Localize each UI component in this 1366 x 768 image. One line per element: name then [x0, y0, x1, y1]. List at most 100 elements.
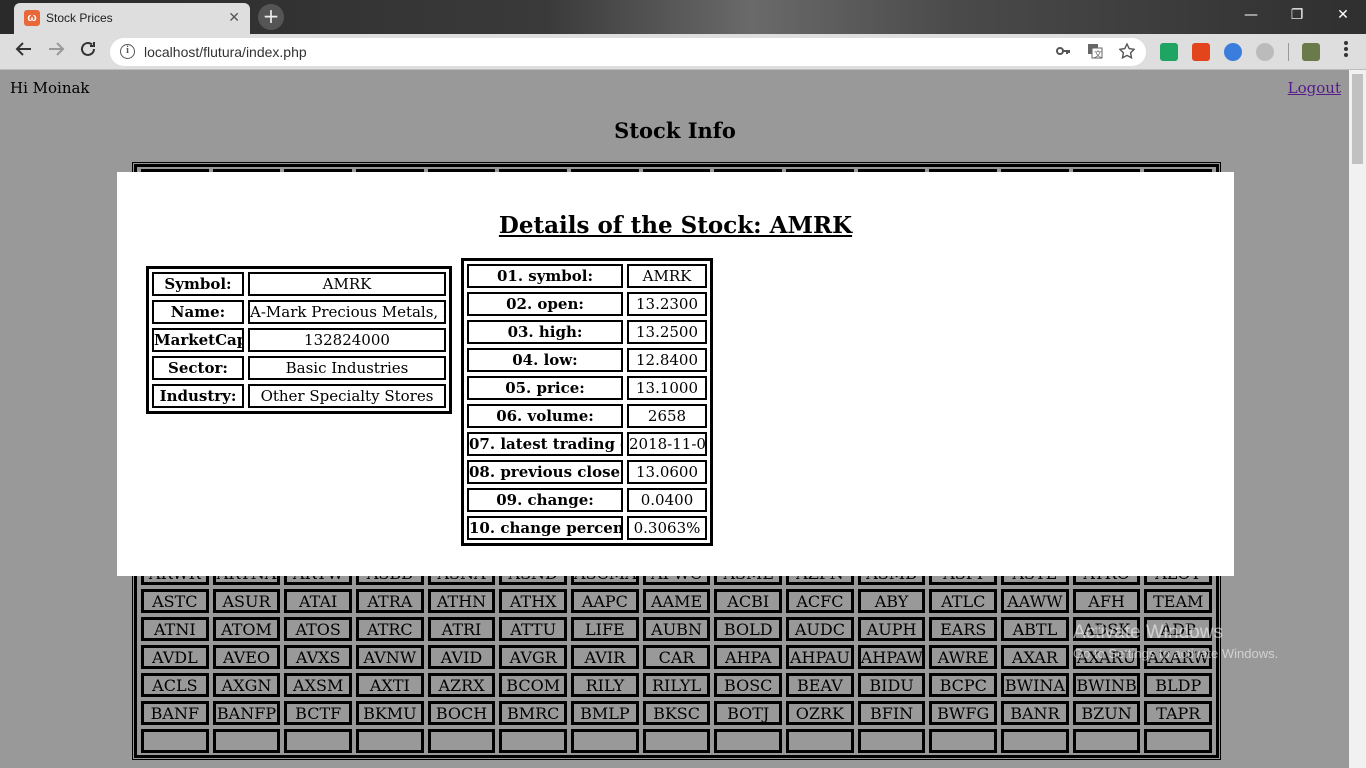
- stock-symbol-button[interactable]: BKSC: [642, 701, 711, 725]
- page-scrollbar[interactable]: [1349, 70, 1366, 768]
- translate-icon[interactable]: 文: [1086, 43, 1104, 61]
- stock-symbol-button[interactable]: [786, 729, 854, 753]
- stock-symbol-button[interactable]: TAPR: [1144, 701, 1213, 725]
- menu-icon[interactable]: [1334, 40, 1358, 64]
- stock-symbol-button[interactable]: [427, 729, 496, 753]
- stock-symbol-button[interactable]: AWRE: [929, 645, 998, 669]
- stock-symbol-button[interactable]: ABY: [857, 589, 926, 613]
- stock-symbol-button[interactable]: BWFG: [929, 701, 998, 725]
- stock-symbol-button[interactable]: ASUR: [212, 589, 281, 613]
- stock-symbol-button[interactable]: AXTI: [356, 673, 424, 697]
- stock-symbol-button[interactable]: BOCH: [427, 701, 496, 725]
- stock-symbol-button[interactable]: [714, 729, 783, 753]
- stock-symbol-button[interactable]: BLDP: [1144, 673, 1213, 697]
- stock-symbol-button[interactable]: AAWW: [1001, 589, 1069, 613]
- stock-symbol-button[interactable]: RILY: [571, 673, 639, 697]
- scrollbar-thumb[interactable]: [1352, 74, 1363, 164]
- stock-symbol-button[interactable]: [929, 729, 998, 753]
- stock-symbol-button[interactable]: ATRI: [427, 617, 496, 641]
- stock-symbol-button[interactable]: BCTF: [284, 701, 353, 725]
- stock-symbol-button[interactable]: AVIR: [571, 645, 639, 669]
- stock-symbol-button[interactable]: ATLC: [929, 589, 998, 613]
- back-button[interactable]: [12, 40, 36, 64]
- stock-symbol-button[interactable]: AFH: [1072, 589, 1141, 613]
- stock-symbol-button[interactable]: BOTJ: [714, 701, 783, 725]
- stock-symbol-button[interactable]: TEAM: [1144, 589, 1213, 613]
- stock-symbol-button[interactable]: [1072, 729, 1141, 753]
- stock-symbol-button[interactable]: ATHN: [427, 589, 496, 613]
- stock-symbol-button[interactable]: ATRA: [356, 589, 424, 613]
- stock-symbol-button[interactable]: ATTU: [499, 617, 568, 641]
- site-info-icon[interactable]: i: [120, 44, 135, 59]
- stock-symbol-button[interactable]: ABTL: [1001, 617, 1069, 641]
- stock-symbol-button[interactable]: AHPAW: [857, 645, 926, 669]
- stock-symbol-button[interactable]: ATHX: [499, 589, 568, 613]
- stock-symbol-button[interactable]: AAPC: [571, 589, 639, 613]
- stock-symbol-button[interactable]: BANFP: [212, 701, 281, 725]
- stock-symbol-button[interactable]: AHPA: [714, 645, 783, 669]
- stock-symbol-button[interactable]: AVXS: [284, 645, 353, 669]
- stock-symbol-button[interactable]: BOLD: [714, 617, 783, 641]
- stock-symbol-button[interactable]: EARS: [929, 617, 998, 641]
- stock-symbol-button[interactable]: BMRC: [499, 701, 568, 725]
- stock-symbol-button[interactable]: AXAR: [1001, 645, 1069, 669]
- stock-symbol-button[interactable]: AXGN: [212, 673, 281, 697]
- stock-symbol-button[interactable]: BMLP: [571, 701, 639, 725]
- location-extension-icon[interactable]: [1256, 43, 1274, 61]
- tab-close-icon[interactable]: ✕: [228, 9, 240, 26]
- stock-symbol-button[interactable]: BFIN: [857, 701, 926, 725]
- profile-icon[interactable]: [1302, 43, 1320, 61]
- minimize-button[interactable]: —: [1228, 0, 1274, 30]
- stock-symbol-button[interactable]: AXARU: [1072, 645, 1141, 669]
- stock-symbol-button[interactable]: BCPC: [929, 673, 998, 697]
- sheets-extension-icon[interactable]: [1160, 43, 1178, 61]
- stock-symbol-button[interactable]: [499, 729, 568, 753]
- stock-symbol-button[interactable]: BWINB: [1072, 673, 1141, 697]
- stock-symbol-button[interactable]: ATAI: [284, 589, 353, 613]
- stock-symbol-button[interactable]: [212, 729, 281, 753]
- reload-button[interactable]: [76, 40, 100, 64]
- stock-symbol-button[interactable]: AHPAU: [786, 645, 854, 669]
- stock-symbol-button[interactable]: [571, 729, 639, 753]
- stock-symbol-button[interactable]: AVNW: [356, 645, 424, 669]
- stock-symbol-button[interactable]: AZRX: [427, 673, 496, 697]
- url-text[interactable]: localhost/flutura/index.php: [144, 44, 307, 60]
- stock-symbol-button[interactable]: [642, 729, 711, 753]
- stock-symbol-button[interactable]: BZUN: [1072, 701, 1141, 725]
- stock-symbol-button[interactable]: AUDC: [786, 617, 854, 641]
- stock-symbol-button[interactable]: BWINA: [1001, 673, 1069, 697]
- stock-symbol-button[interactable]: ADP: [1144, 617, 1213, 641]
- bookmark-star-icon[interactable]: [1118, 42, 1136, 61]
- stock-symbol-button[interactable]: [284, 729, 353, 753]
- stock-symbol-button[interactable]: AVGR: [499, 645, 568, 669]
- stock-symbol-button[interactable]: [356, 729, 424, 753]
- stock-symbol-button[interactable]: [857, 729, 926, 753]
- stock-symbol-button[interactable]: ACLS: [141, 673, 209, 697]
- new-tab-button[interactable]: +: [258, 4, 284, 30]
- stock-symbol-button[interactable]: BIDU: [857, 673, 926, 697]
- stock-symbol-button[interactable]: ATNI: [141, 617, 209, 641]
- stock-symbol-button[interactable]: AUPH: [857, 617, 926, 641]
- stock-symbol-button[interactable]: ATOM: [212, 617, 281, 641]
- forward-button[interactable]: [44, 40, 68, 64]
- key-icon[interactable]: [1054, 43, 1072, 61]
- stock-symbol-button[interactable]: BOSC: [714, 673, 783, 697]
- stock-symbol-button[interactable]: CAR: [642, 645, 711, 669]
- stock-symbol-button[interactable]: AVDL: [141, 645, 209, 669]
- stock-symbol-button[interactable]: LIFE: [571, 617, 639, 641]
- stock-symbol-button[interactable]: AVID: [427, 645, 496, 669]
- stock-symbol-button[interactable]: AAME: [642, 589, 711, 613]
- stock-symbol-button[interactable]: OZRK: [786, 701, 854, 725]
- stock-symbol-button[interactable]: ACFC: [786, 589, 854, 613]
- stock-symbol-button[interactable]: ASTC: [141, 589, 209, 613]
- browser-tab[interactable]: ω Stock Prices ✕: [14, 3, 250, 34]
- restore-button[interactable]: ❐: [1274, 0, 1320, 30]
- stock-symbol-button[interactable]: BKMU: [356, 701, 424, 725]
- stock-symbol-button[interactable]: AXSM: [284, 673, 353, 697]
- stock-symbol-button[interactable]: AUBN: [642, 617, 711, 641]
- stock-symbol-button[interactable]: RILYL: [642, 673, 711, 697]
- stock-symbol-button[interactable]: ACBI: [714, 589, 783, 613]
- stock-symbol-button[interactable]: [1144, 729, 1213, 753]
- stock-symbol-button[interactable]: ATRC: [356, 617, 424, 641]
- stock-symbol-button[interactable]: BANF: [141, 701, 209, 725]
